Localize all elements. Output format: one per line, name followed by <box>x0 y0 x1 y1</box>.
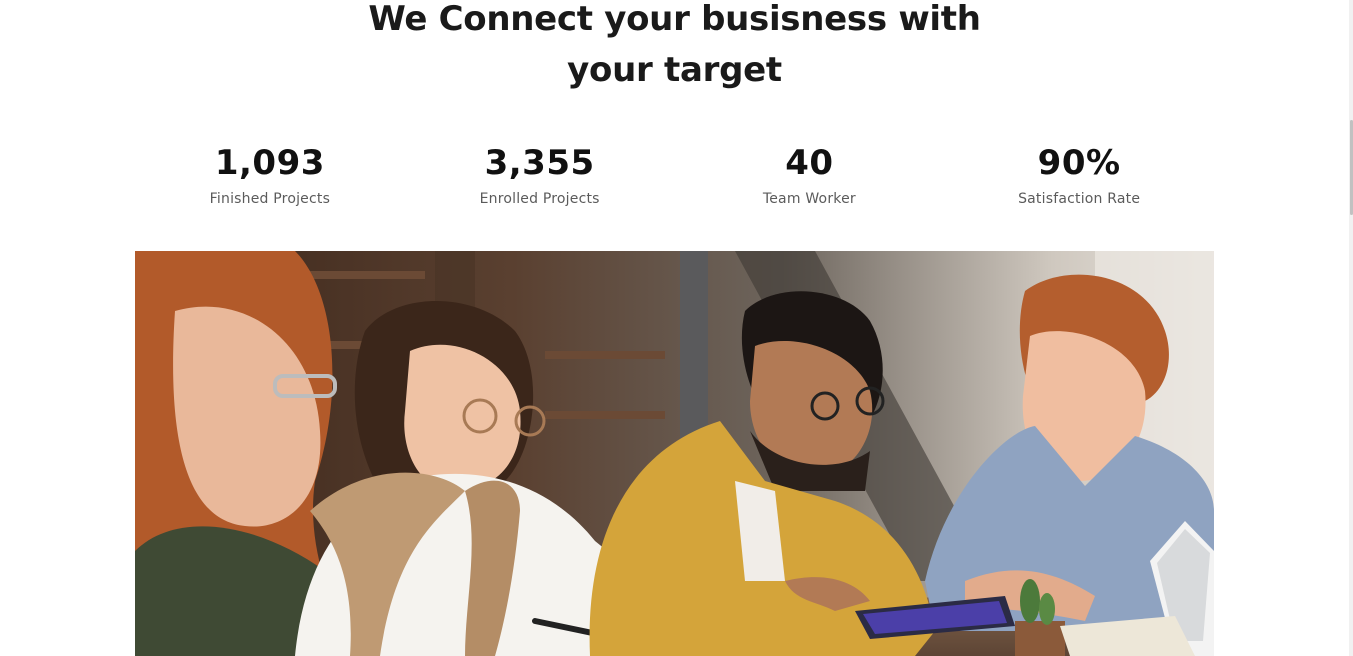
stat-value: 40 <box>785 143 834 183</box>
stat-satisfaction-rate: 90% Satisfaction Rate <box>944 140 1214 208</box>
page: We Connect your busisness with your targ… <box>0 0 1353 656</box>
heading-line-2: your target <box>567 50 782 90</box>
stat-finished-projects: 1,093 Finished Projects <box>135 140 405 208</box>
stats-row: 1,093 Finished Projects 3,355 Enrolled P… <box>135 140 1214 208</box>
section-heading: We Connect your busisness with your targ… <box>0 0 1349 96</box>
stat-value: 1,093 <box>214 143 325 183</box>
stat-enrolled-projects: 3,355 Enrolled Projects <box>405 140 675 208</box>
team-photo-illustration <box>135 251 1214 656</box>
heading-line-1: We Connect your busisness with <box>368 0 981 39</box>
stat-label: Finished Projects <box>209 191 331 207</box>
scrollbar[interactable] <box>1349 0 1353 656</box>
stat-label: Team Worker <box>762 191 856 207</box>
stat-label: Enrolled Projects <box>479 191 600 207</box>
stat-value: 90% <box>1037 143 1121 183</box>
stat-label: Satisfaction Rate <box>1018 191 1141 207</box>
stat-team-worker: 40 Team Worker <box>675 140 945 208</box>
team-photo <box>135 251 1214 656</box>
stat-value: 3,355 <box>484 143 595 183</box>
